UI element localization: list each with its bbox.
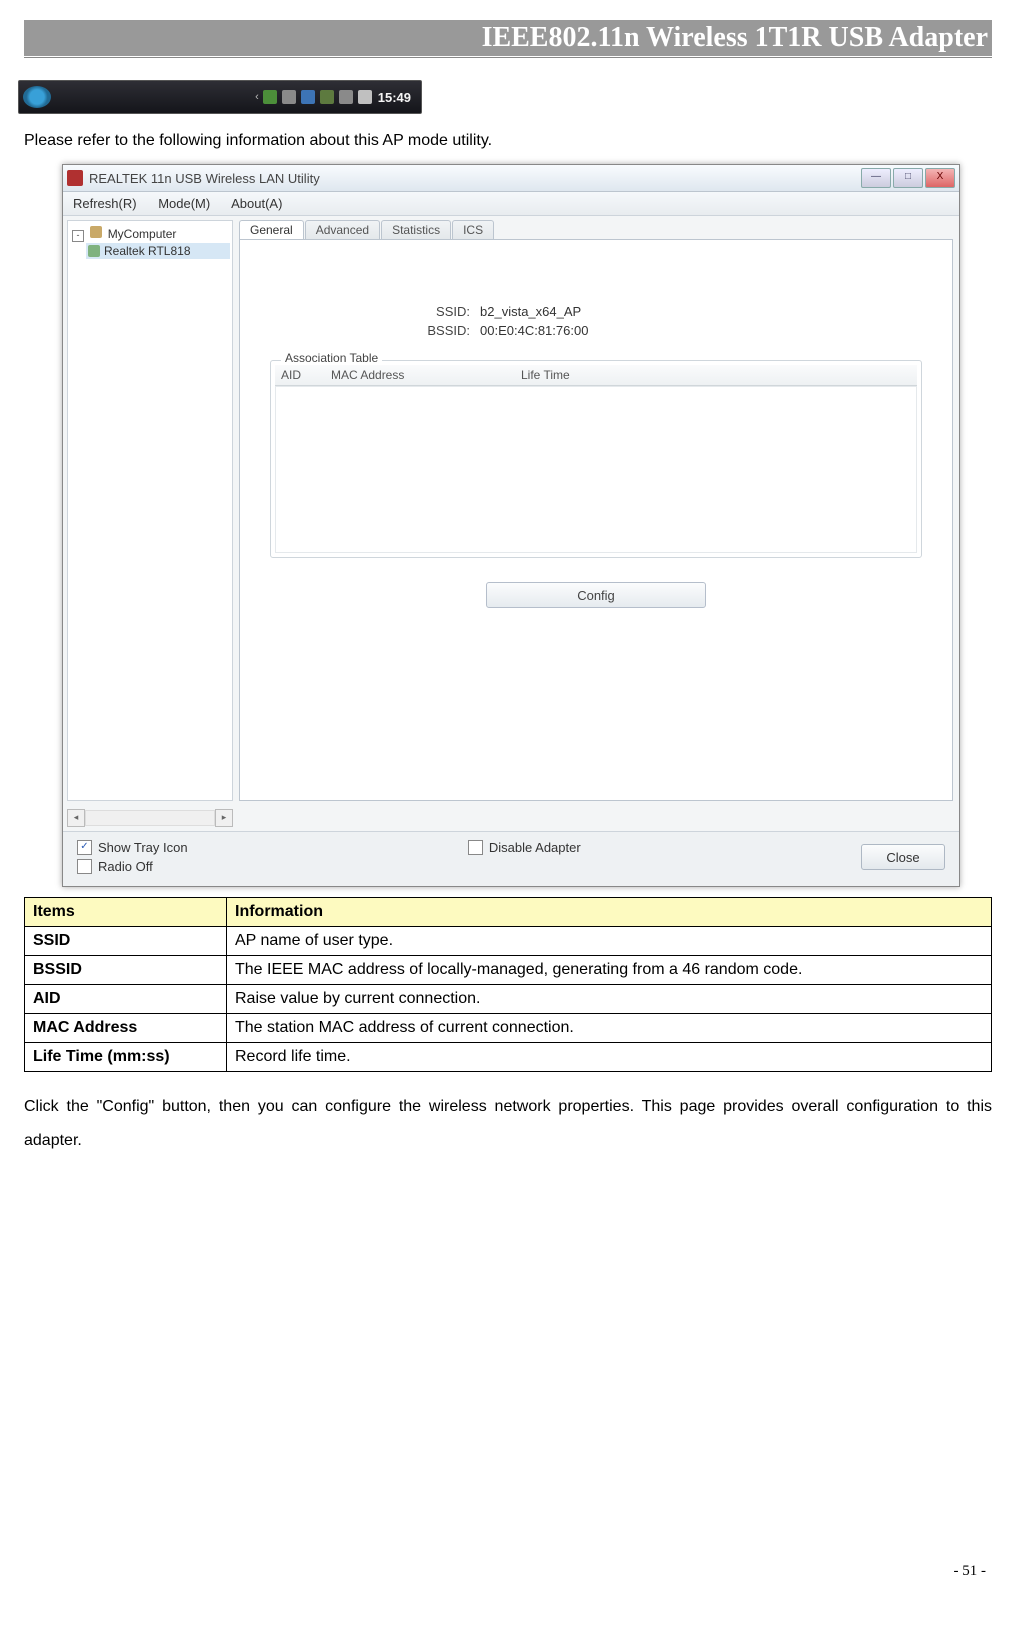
outro-text: Click the "Config" button, then you can … bbox=[24, 1090, 992, 1157]
header-rule bbox=[24, 57, 992, 58]
th-information: Information bbox=[227, 898, 992, 927]
row-bssid-val: The IEEE MAC address of locally-managed,… bbox=[227, 956, 992, 985]
disable-adapter-checkbox[interactable] bbox=[468, 840, 483, 855]
intro-text: Please refer to the following informatio… bbox=[24, 132, 992, 150]
show-tray-checkbox[interactable]: ✓ bbox=[77, 840, 92, 855]
ssid-label: SSID: bbox=[270, 304, 480, 319]
adapter-icon bbox=[88, 245, 100, 257]
tab-general[interactable]: General bbox=[239, 220, 304, 239]
table-row: Life Time (mm:ss) Record life time. bbox=[25, 1043, 992, 1072]
window-title: REALTEK 11n USB Wireless LAN Utility bbox=[89, 171, 861, 186]
minimize-button[interactable]: — bbox=[861, 168, 891, 188]
row-life-key: Life Time (mm:ss) bbox=[25, 1043, 227, 1072]
bssid-label: BSSID: bbox=[270, 323, 480, 338]
titlebar: REALTEK 11n USB Wireless LAN Utility — □… bbox=[63, 165, 959, 192]
row-aid-key: AID bbox=[25, 985, 227, 1014]
tray-chevron-icon: ‹ bbox=[251, 91, 263, 103]
computer-icon bbox=[90, 226, 102, 238]
tray-network-icon bbox=[282, 90, 296, 104]
tab-pane-general: SSID: b2_vista_x64_AP BSSID: 00:E0:4C:81… bbox=[239, 239, 953, 801]
tree-scrollbar[interactable]: ◂ ▸ bbox=[67, 809, 233, 827]
table-row: AID Raise value by current connection. bbox=[25, 985, 992, 1014]
doc-header-title: IEEE802.11n Wireless 1T1R USB Adapter bbox=[482, 22, 988, 53]
config-button[interactable]: Config bbox=[486, 582, 706, 608]
table-row: MAC Address The station MAC address of c… bbox=[25, 1014, 992, 1043]
col-mac[interactable]: MAC Address bbox=[331, 368, 521, 382]
scroll-right-icon[interactable]: ▸ bbox=[215, 809, 233, 827]
tray-display-icon bbox=[301, 90, 315, 104]
tray-device-icon bbox=[339, 90, 353, 104]
tray-misc-icon bbox=[320, 90, 334, 104]
page-number: - 51 - bbox=[954, 1563, 987, 1580]
association-body bbox=[275, 386, 917, 553]
os-taskbar: ‹ 15:49 bbox=[18, 80, 992, 114]
row-ssid-key: SSID bbox=[25, 927, 227, 956]
tab-bar: General Advanced Statistics ICS bbox=[239, 220, 953, 239]
row-ssid-val: AP name of user type. bbox=[227, 927, 992, 956]
row-life-val: Record life time. bbox=[227, 1043, 992, 1072]
scroll-left-icon[interactable]: ◂ bbox=[67, 809, 85, 827]
tree-child[interactable]: Realtek RTL818 bbox=[86, 243, 230, 259]
tab-statistics[interactable]: Statistics bbox=[381, 220, 451, 239]
doc-header: IEEE802.11n Wireless 1T1R USB Adapter bbox=[24, 20, 992, 56]
tree-root-label: MyComputer bbox=[108, 227, 177, 241]
tree-expander-icon[interactable]: - bbox=[72, 230, 84, 242]
menu-about[interactable]: About(A) bbox=[231, 196, 282, 211]
col-life[interactable]: Life Time bbox=[521, 368, 917, 382]
th-items: Items bbox=[25, 898, 227, 927]
ssid-value: b2_vista_x64_AP bbox=[480, 304, 581, 319]
row-mac-key: MAC Address bbox=[25, 1014, 227, 1043]
start-button-icon bbox=[23, 86, 51, 108]
table-row: BSSID The IEEE MAC address of locally-ma… bbox=[25, 956, 992, 985]
menu-bar: Refresh(R) Mode(M) About(A) bbox=[63, 192, 959, 216]
table-row: SSID AP name of user type. bbox=[25, 927, 992, 956]
association-legend: Association Table bbox=[281, 351, 382, 365]
scroll-track[interactable] bbox=[85, 810, 215, 826]
tab-ics[interactable]: ICS bbox=[452, 220, 494, 239]
radio-off-checkbox[interactable] bbox=[77, 859, 92, 874]
radio-off-label: Radio Off bbox=[98, 859, 153, 874]
menu-mode[interactable]: Mode(M) bbox=[158, 196, 210, 211]
row-aid-val: Raise value by current connection. bbox=[227, 985, 992, 1014]
app-icon bbox=[67, 170, 83, 186]
tree-root[interactable]: - MyComputer bbox=[70, 225, 230, 243]
tree-child-label: Realtek RTL818 bbox=[104, 244, 191, 258]
disable-adapter-label: Disable Adapter bbox=[489, 840, 581, 855]
window-bottom-bar: ✓ Show Tray Icon Radio Off Disable Adapt… bbox=[63, 831, 959, 886]
row-mac-val: The station MAC address of current conne… bbox=[227, 1014, 992, 1043]
window-close-button[interactable]: X bbox=[925, 168, 955, 188]
close-button[interactable]: Close bbox=[861, 844, 945, 870]
association-headers: AID MAC Address Life Time bbox=[275, 365, 917, 386]
association-table-group: Association Table AID MAC Address Life T… bbox=[270, 360, 922, 558]
tray-icons bbox=[263, 90, 378, 104]
info-table: Items Information SSID AP name of user t… bbox=[24, 897, 992, 1072]
device-tree[interactable]: - MyComputer Realtek RTL818 bbox=[67, 220, 233, 801]
taskbar-inner: ‹ 15:49 bbox=[18, 80, 422, 114]
tray-volume-icon bbox=[358, 90, 372, 104]
maximize-button[interactable]: □ bbox=[893, 168, 923, 188]
menu-refresh[interactable]: Refresh(R) bbox=[73, 196, 137, 211]
app-window: REALTEK 11n USB Wireless LAN Utility — □… bbox=[62, 164, 960, 887]
taskbar-clock: 15:49 bbox=[378, 90, 421, 105]
col-aid[interactable]: AID bbox=[281, 368, 331, 382]
show-tray-label: Show Tray Icon bbox=[98, 840, 188, 855]
tray-shield-icon bbox=[263, 90, 277, 104]
tab-advanced[interactable]: Advanced bbox=[305, 220, 380, 239]
row-bssid-key: BSSID bbox=[25, 956, 227, 985]
bssid-value: 00:E0:4C:81:76:00 bbox=[480, 323, 588, 338]
